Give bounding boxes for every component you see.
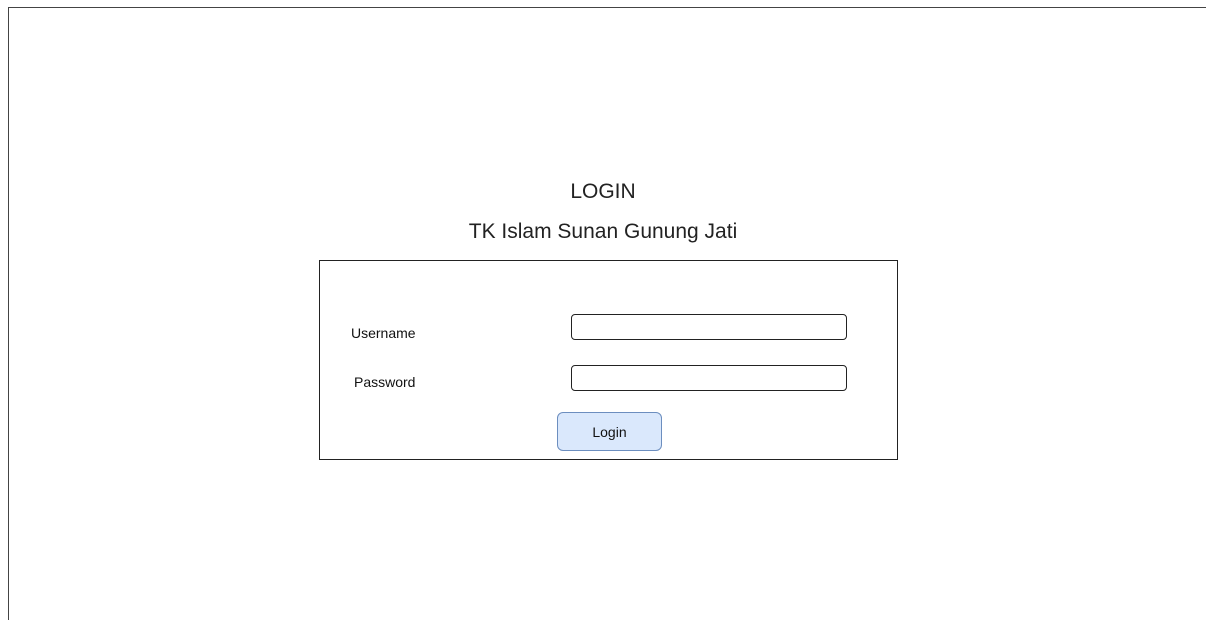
page-title: LOGIN: [570, 180, 636, 203]
login-button[interactable]: Login: [557, 412, 662, 451]
school-name: TK Islam Sunan Gunung Jati: [468, 220, 738, 243]
login-page: LOGIN TK Islam Sunan Gunung Jati Usernam…: [0, 0, 1206, 620]
frame-top-border: [8, 7, 1206, 8]
frame-left-border: [8, 7, 9, 620]
username-label: Username: [351, 325, 416, 341]
password-input[interactable]: [571, 365, 847, 391]
password-label: Password: [354, 374, 416, 390]
username-input[interactable]: [571, 314, 847, 340]
login-form: Username Password Login: [319, 260, 898, 460]
